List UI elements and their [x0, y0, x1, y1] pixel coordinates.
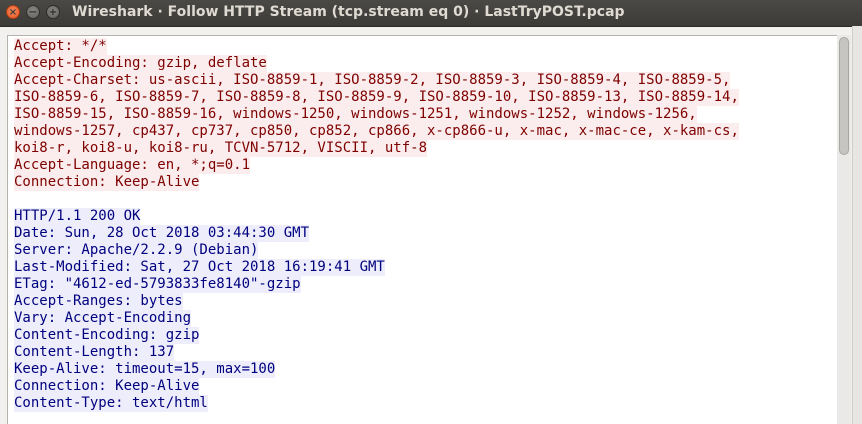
- server-line: Keep-Alive: timeout=15, max=100: [14, 361, 276, 378]
- server-line: Connection: Keep-Alive: [14, 378, 200, 395]
- server-line: ETag: "4612-ed-5793833fe8140"-gzip: [14, 276, 301, 293]
- client-line: Accept-Encoding: gzip, deflate: [14, 55, 267, 72]
- maximize-icon: +: [48, 7, 58, 18]
- window-title: Wireshark · Follow HTTP Stream (tcp.stre…: [72, 4, 625, 20]
- follow-stream-window: × − + Wireshark · Follow HTTP Stream (tc…: [0, 0, 862, 424]
- title-bar[interactable]: × − + Wireshark · Follow HTTP Stream (tc…: [0, 0, 862, 27]
- client-line: Accept: */*: [14, 38, 107, 55]
- server-line: Date: Sun, 28 Oct 2018 03:44:30 GMT: [14, 225, 310, 242]
- scrollbar-thumb[interactable]: [839, 37, 849, 155]
- client-line: Accept-Charset: us-ascii, ISO-8859-1, IS…: [14, 72, 731, 89]
- stream-content: Accept: */* Accept-Encoding: gzip, defla…: [14, 38, 739, 412]
- server-line: Server: Apache/2.2.9 (Debian): [14, 242, 259, 259]
- minimize-window-button[interactable]: −: [26, 5, 40, 19]
- stream-text-view[interactable]: Accept: */* Accept-Encoding: gzip, defla…: [7, 35, 838, 424]
- server-line: HTTP/1.1 200 OK: [14, 208, 141, 225]
- window-edge: [852, 26, 862, 424]
- client-line: koi8-r, koi8-u, koi8-ru, TCVN-5712, VISC…: [14, 140, 428, 157]
- server-line: Content-Encoding: gzip: [14, 327, 200, 344]
- server-line: Last-Modified: Sat, 27 Oct 2018 16:19:41…: [14, 259, 385, 276]
- client-line: windows-1257, cp437, cp737, cp850, cp852…: [14, 123, 739, 140]
- server-line: Content-Type: text/html: [14, 395, 208, 412]
- server-line: Vary: Accept-Encoding: [14, 310, 192, 327]
- maximize-window-button[interactable]: +: [46, 5, 60, 19]
- close-icon: ×: [8, 7, 18, 18]
- client-line: Connection: Keep-Alive: [14, 174, 200, 191]
- client-line: Accept-Language: en, *;q=0.1: [14, 157, 251, 174]
- close-window-button[interactable]: ×: [6, 5, 20, 19]
- minimize-icon: −: [28, 7, 38, 18]
- client-line: ISO-8859-6, ISO-8859-7, ISO-8859-8, ISO-…: [14, 89, 739, 106]
- client-line: ISO-8859-15, ISO-8859-16, windows-1250, …: [14, 106, 697, 123]
- server-line: Accept-Ranges: bytes: [14, 293, 183, 310]
- server-line: Content-Length: 137: [14, 344, 175, 361]
